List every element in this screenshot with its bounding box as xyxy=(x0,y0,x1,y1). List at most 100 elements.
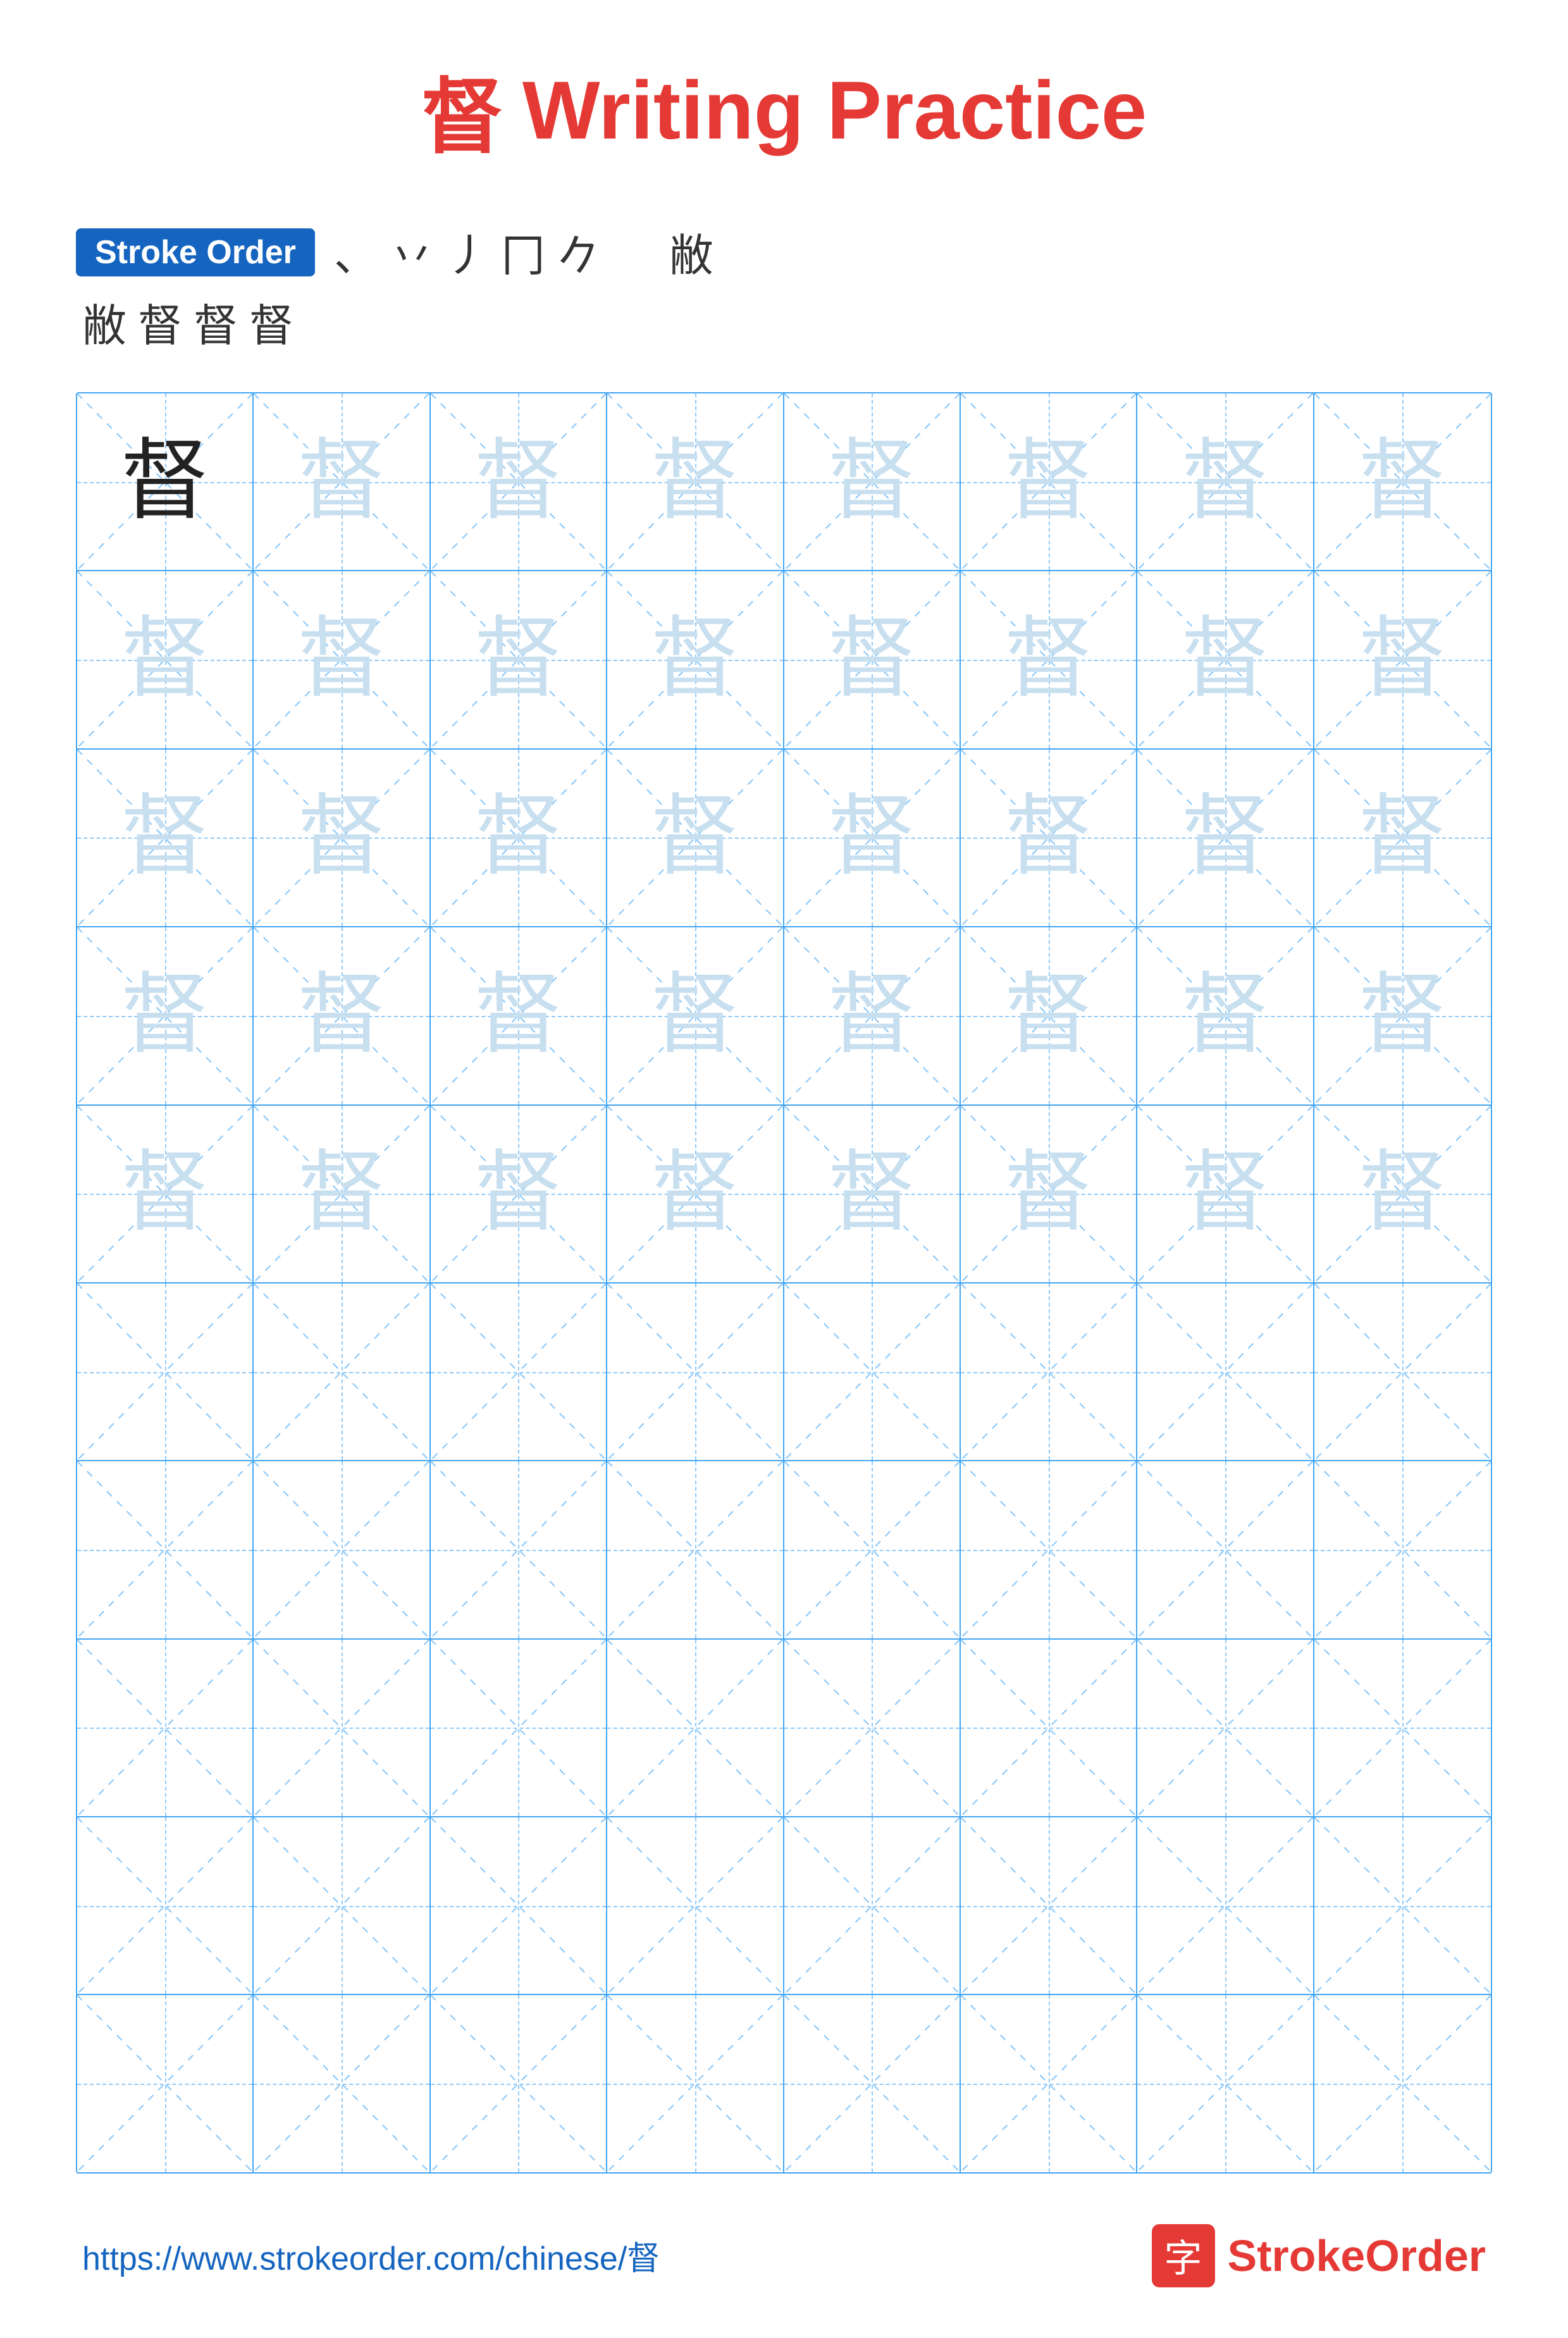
grid-cell-8-1[interactable] xyxy=(77,1640,254,1816)
grid-cell-4-4[interactable]: 督 xyxy=(607,927,784,1104)
grid-cell-1-5[interactable]: 督 xyxy=(784,393,961,570)
grid-cell-7-7[interactable] xyxy=(1137,1461,1314,1638)
grid-cell-1-6[interactable]: 督 xyxy=(961,393,1137,570)
grid-cell-7-3[interactable] xyxy=(431,1461,607,1638)
grid-cell-10-2[interactable] xyxy=(254,1995,430,2172)
grid-cell-9-1[interactable] xyxy=(77,1817,254,1994)
grid-cell-5-5[interactable]: 督 xyxy=(784,1106,961,1282)
grid-cell-10-6[interactable] xyxy=(961,1995,1137,2172)
title-text: Writing Practice xyxy=(522,63,1147,158)
grid-cell-6-4[interactable] xyxy=(607,1283,784,1460)
grid-cell-3-2[interactable]: 督 xyxy=(254,750,430,926)
grid-cell-7-1[interactable] xyxy=(77,1461,254,1638)
grid-cell-10-7[interactable] xyxy=(1137,1995,1314,2172)
grid-cell-8-5[interactable] xyxy=(784,1640,961,1816)
grid-row-2: 督 督 督 督 督 督 督 督 xyxy=(77,571,1491,749)
grid-cell-7-4[interactable] xyxy=(607,1461,784,1638)
grid-cell-9-6[interactable] xyxy=(961,1817,1137,1994)
grid-cell-6-7[interactable] xyxy=(1137,1283,1314,1460)
grid-cell-4-5[interactable]: 督 xyxy=(784,927,961,1104)
grid-row-9 xyxy=(77,1817,1491,1995)
grid-cell-9-3[interactable] xyxy=(431,1817,607,1994)
grid-cell-3-6[interactable]: 督 xyxy=(961,750,1137,926)
footer: https://www.strokeorder.com/chinese/督 字 … xyxy=(76,2224,1492,2287)
grid-cell-3-4[interactable]: 督 xyxy=(607,750,784,926)
grid-cell-6-2[interactable] xyxy=(254,1283,430,1460)
grid-cell-6-8[interactable] xyxy=(1314,1283,1491,1460)
grid-cell-4-8[interactable]: 督 xyxy=(1314,927,1491,1104)
grid-cell-6-5[interactable] xyxy=(784,1283,961,1460)
grid-cell-1-8[interactable]: 督 xyxy=(1314,393,1491,570)
grid-cell-3-5[interactable]: 督 xyxy=(784,750,961,926)
char-display-light: 督 xyxy=(1181,438,1269,526)
stroke-14: 督 xyxy=(194,290,238,354)
grid-cell-4-2[interactable]: 督 xyxy=(254,927,430,1104)
grid-cell-7-6[interactable] xyxy=(961,1461,1137,1638)
grid-cell-5-7[interactable]: 督 xyxy=(1137,1106,1314,1282)
grid-cell-1-1[interactable]: 督 xyxy=(77,393,254,570)
stroke-11: 敝 xyxy=(669,220,713,284)
grid-cell-9-7[interactable] xyxy=(1137,1817,1314,1994)
stroke-chars-row2: 敝 督 督 督 xyxy=(76,290,1492,354)
grid-cell-2-8[interactable]: 督 xyxy=(1314,571,1491,748)
grid-cell-3-8[interactable]: 督 xyxy=(1314,750,1491,926)
grid-cell-5-8[interactable]: 督 xyxy=(1314,1106,1491,1282)
stroke-12: 敝 xyxy=(82,290,127,354)
grid-cell-1-3[interactable]: 督 xyxy=(431,393,607,570)
page: 督 Writing Practice Stroke Order 、 丷 丿 冂 … xyxy=(0,0,1568,2338)
grid-cell-8-2[interactable] xyxy=(254,1640,430,1816)
grid-cell-2-4[interactable]: 督 xyxy=(607,571,784,748)
stroke-15: 督 xyxy=(249,290,293,354)
grid-cell-9-5[interactable] xyxy=(784,1817,961,1994)
grid-cell-2-6[interactable]: 督 xyxy=(961,571,1137,748)
grid-cell-2-5[interactable]: 督 xyxy=(784,571,961,748)
grid-cell-7-2[interactable] xyxy=(254,1461,430,1638)
grid-cell-8-8[interactable] xyxy=(1314,1640,1491,1816)
grid-cell-1-4[interactable]: 督 xyxy=(607,393,784,570)
grid-cell-8-7[interactable] xyxy=(1137,1640,1314,1816)
grid-cell-4-7[interactable]: 督 xyxy=(1137,927,1314,1104)
grid-cell-9-4[interactable] xyxy=(607,1817,784,1994)
grid-cell-4-1[interactable]: 督 xyxy=(77,927,254,1104)
footer-logo-icon: 字 xyxy=(1152,2224,1215,2287)
grid-cell-6-1[interactable] xyxy=(77,1283,254,1460)
stroke-order-section: Stroke Order 、 丷 丿 冂 𠂊 𭐡 𭐢 𭐣 𭐤 𭐥 敝 敝 督 督… xyxy=(76,220,1492,354)
grid-cell-2-2[interactable]: 督 xyxy=(254,571,430,748)
grid-cell-8-6[interactable] xyxy=(961,1640,1137,1816)
grid-cell-2-7[interactable]: 督 xyxy=(1137,571,1314,748)
grid-cell-5-3[interactable]: 督 xyxy=(431,1106,607,1282)
footer-logo-text: StrokeOrder xyxy=(1228,2230,1486,2281)
grid-cell-8-4[interactable] xyxy=(607,1640,784,1816)
grid-cell-3-7[interactable]: 督 xyxy=(1137,750,1314,926)
grid-cell-7-5[interactable] xyxy=(784,1461,961,1638)
footer-url[interactable]: https://www.strokeorder.com/chinese/督 xyxy=(82,2232,660,2279)
grid-cell-5-2[interactable]: 督 xyxy=(254,1106,430,1282)
grid-cell-10-3[interactable] xyxy=(431,1995,607,2172)
stroke-1: 、 xyxy=(334,220,378,284)
grid-cell-10-8[interactable] xyxy=(1314,1995,1491,2172)
grid-cell-4-3[interactable]: 督 xyxy=(431,927,607,1104)
char-display-light: 督 xyxy=(1004,438,1093,526)
grid-cell-9-8[interactable] xyxy=(1314,1817,1491,1994)
grid-cell-2-1[interactable]: 督 xyxy=(77,571,254,748)
stroke-order-row1: Stroke Order 、 丷 丿 冂 𠂊 𭐡 𭐢 𭐣 𭐤 𭐥 敝 xyxy=(76,220,1492,284)
grid-cell-10-1[interactable] xyxy=(77,1995,254,2172)
grid-cell-4-6[interactable]: 督 xyxy=(961,927,1137,1104)
grid-cell-6-3[interactable] xyxy=(431,1283,607,1460)
grid-cell-5-4[interactable]: 督 xyxy=(607,1106,784,1282)
grid-row-8 xyxy=(77,1640,1491,1817)
grid-row-6 xyxy=(77,1283,1491,1461)
grid-cell-9-2[interactable] xyxy=(254,1817,430,1994)
grid-cell-10-4[interactable] xyxy=(607,1995,784,2172)
grid-cell-8-3[interactable] xyxy=(431,1640,607,1816)
grid-cell-5-6[interactable]: 督 xyxy=(961,1106,1137,1282)
grid-cell-10-5[interactable] xyxy=(784,1995,961,2172)
grid-cell-1-7[interactable]: 督 xyxy=(1137,393,1314,570)
grid-cell-6-6[interactable] xyxy=(961,1283,1137,1460)
grid-cell-5-1[interactable]: 督 xyxy=(77,1106,254,1282)
grid-cell-3-3[interactable]: 督 xyxy=(431,750,607,926)
grid-cell-2-3[interactable]: 督 xyxy=(431,571,607,748)
grid-cell-3-1[interactable]: 督 xyxy=(77,750,254,926)
grid-cell-1-2[interactable]: 督 xyxy=(254,393,430,570)
grid-cell-7-8[interactable] xyxy=(1314,1461,1491,1638)
